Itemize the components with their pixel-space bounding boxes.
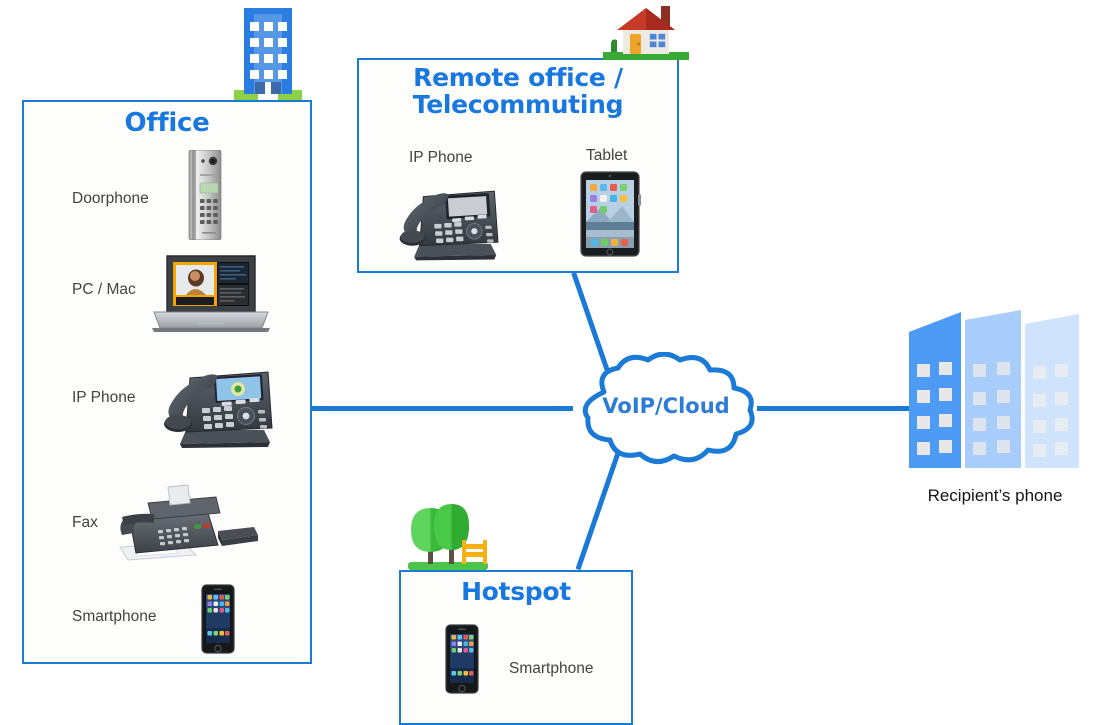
office-device-label-doorphone: Doorphone [72,190,149,207]
hotspot-device-label-smartphone: Smartphone [509,660,594,677]
desk-ip-phone-icon [156,362,276,457]
tablet-icon [578,170,642,263]
office-device-label-fax: Fax [72,514,98,531]
remote-device-label-ip-phone: IP Phone [409,149,473,166]
office-device-label-smartphone: Smartphone [72,608,157,625]
remote-office-title: Remote office / Telecommuting [357,64,679,118]
house-icon [601,0,693,67]
smartphone-icon [197,584,239,661]
office-device-label-pc-mac: PC / Mac [72,281,136,298]
remote-office-title-line2: Telecommuting [412,90,624,119]
smartphone-icon [441,624,483,701]
laptop-icon [152,250,270,340]
doorphone-icon [183,149,227,245]
office-device-label-ip-phone: IP Phone [72,389,136,406]
park-trees-bench-icon [406,500,494,577]
remote-office-title-line1: Remote office / [413,63,623,92]
cloud-label: VoIP/Cloud [602,394,730,418]
recipient-label: Recipient’s phone [927,486,1063,505]
desk-ip-phone-icon [392,182,502,269]
office-building-icon [226,2,310,107]
remote-device-label-tablet: Tablet [586,147,628,164]
connector-cloud-to-recipient [757,406,917,411]
fax-machine-icon [112,483,262,573]
voip-topology-diagram: Office Doorphone PC / Mac IP Phone Fax S… [0,0,1102,725]
hotspot-title: Hotspot [461,577,571,606]
office-title: Office [124,108,210,138]
office-buildings-icon [903,310,1081,475]
connector-office-to-cloud [311,406,573,411]
